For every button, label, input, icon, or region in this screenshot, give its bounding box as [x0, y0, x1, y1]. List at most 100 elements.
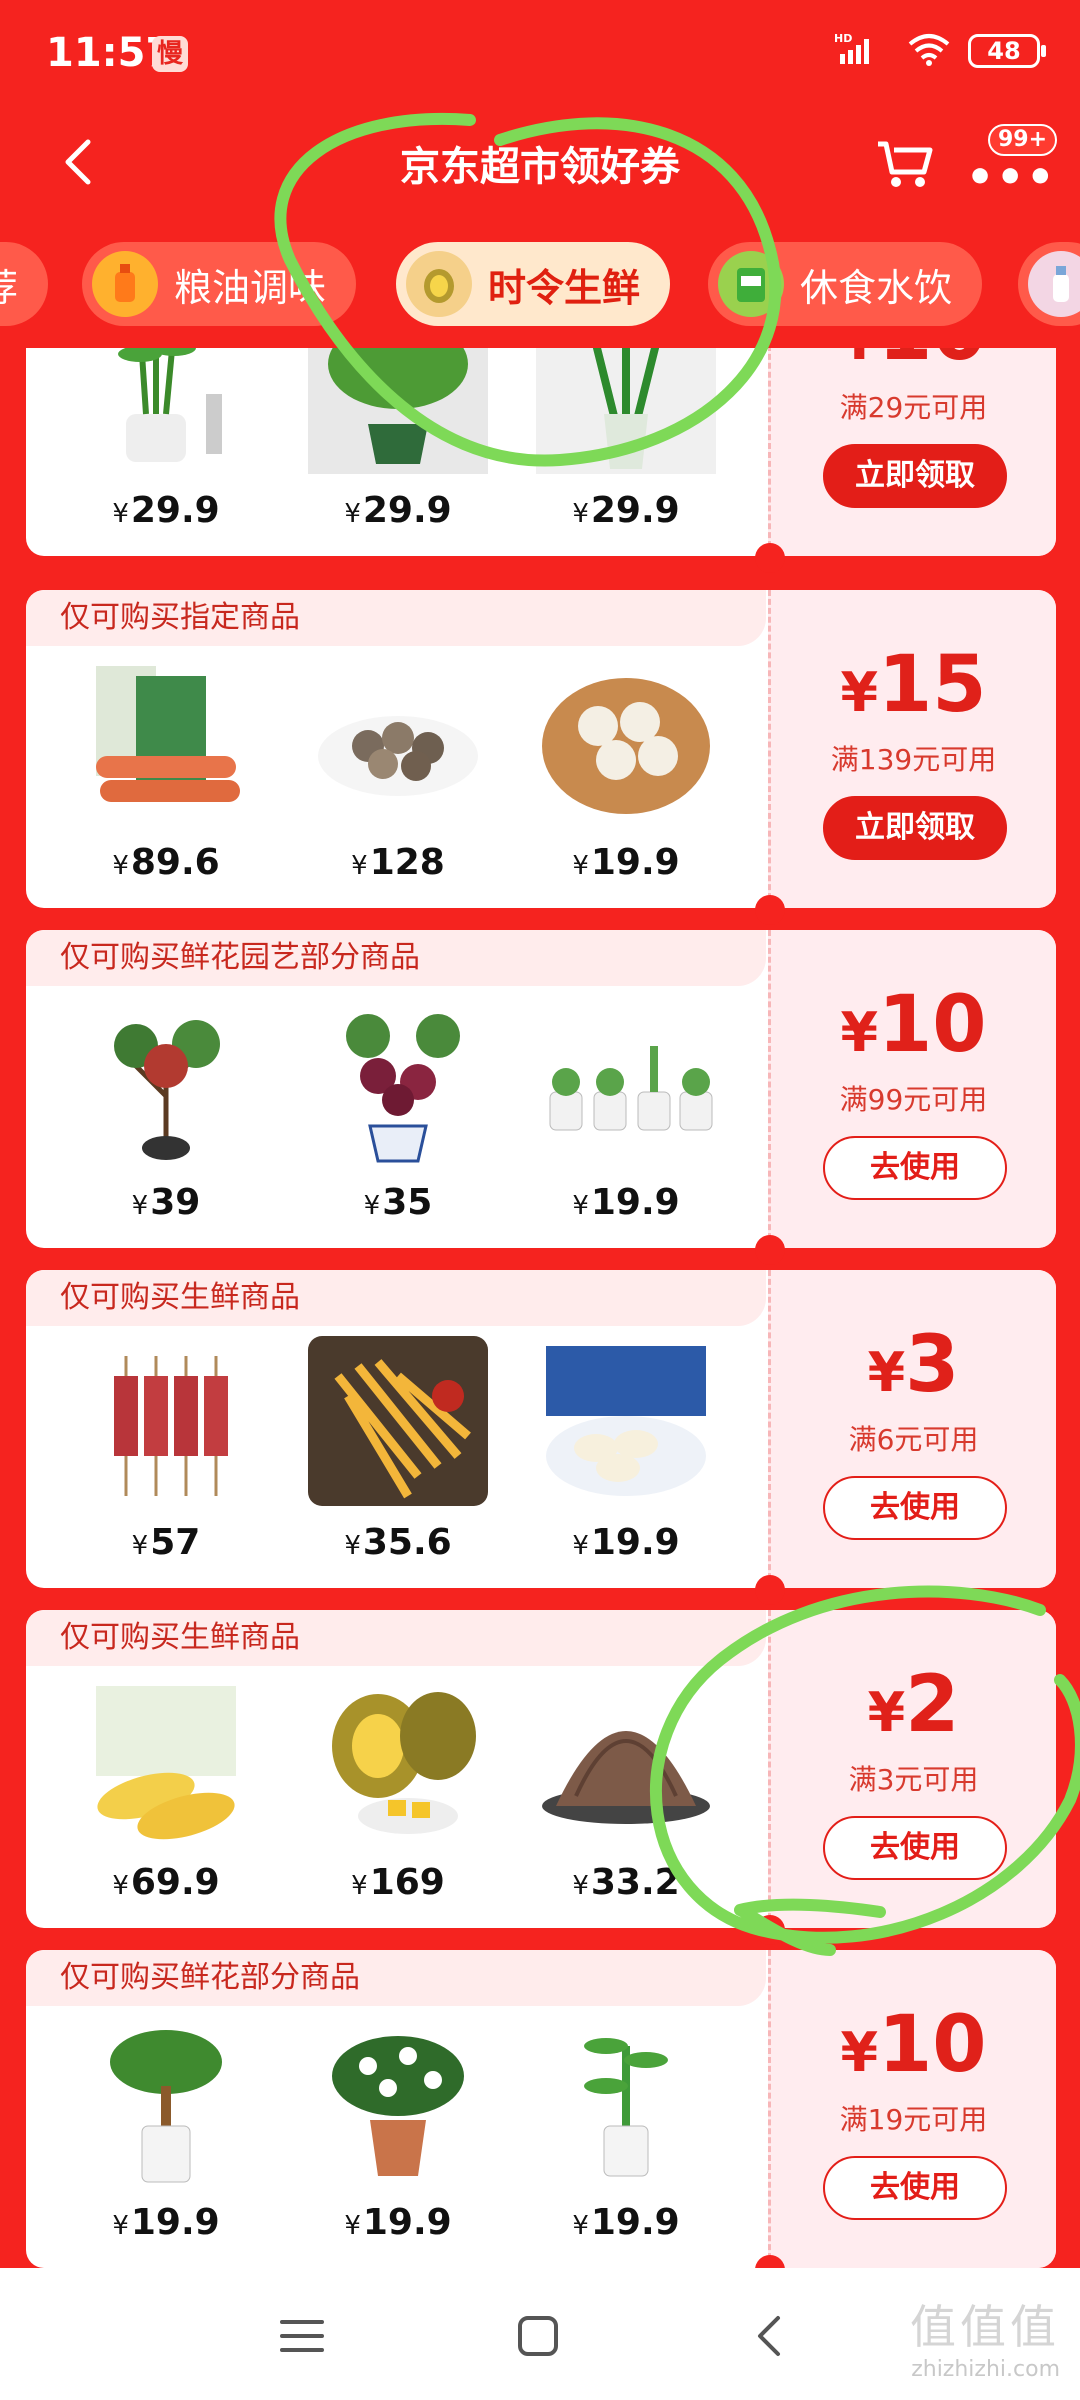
coupon-condition: 满19元可用 [839, 2103, 988, 2136]
product-item[interactable]: ¥29.9 [526, 348, 726, 544]
network-label: HD [834, 32, 852, 45]
coupon-condition: 满6元可用 [848, 1423, 979, 1456]
vase-plant-icon [536, 348, 716, 474]
coupon-card: ¥29.9 ¥29.9 ¥29.9 ¥10 满29 [26, 348, 1056, 556]
product-price: ¥69.9 [112, 1862, 220, 1903]
use-coupon-button[interactable]: 去使用 [823, 1136, 1007, 1200]
cart-button[interactable] [872, 130, 938, 196]
coupon-card: 仅可购买鲜花园艺部分商品 ¥39 ¥35 ¥19.9 ¥10 满99元可用 去使… [26, 930, 1056, 1248]
coupon-amount: ¥3 [867, 1320, 960, 1410]
product-price: ¥169 [351, 1862, 445, 1903]
watermark: 值值值 zhizhizhi.com [910, 2291, 1060, 2382]
coupon-value-panel: ¥2 满3元可用 去使用 [768, 1610, 1056, 1928]
durian-fruit-icon [332, 1692, 476, 1834]
coupon-amount: ¥10 [840, 2000, 987, 2090]
product-price: ¥19.9 [572, 1522, 680, 1563]
fish-balls-icon [542, 678, 710, 814]
card-notch [755, 1575, 785, 1605]
tab-seasonal-fresh[interactable]: 时令生鲜 [396, 242, 671, 326]
product-item[interactable]: ¥57 [66, 1336, 266, 1576]
notification-badge: 99+ [988, 124, 1058, 156]
menu-icon [280, 2320, 324, 2352]
coupon-scope-tag: 仅可购买鲜花部分商品 [26, 1950, 766, 2006]
coupon-amount: ¥2 [867, 1660, 960, 1750]
product-price: ¥29.9 [112, 490, 220, 531]
corn-box-icon [96, 1686, 236, 1840]
product-item[interactable]: ¥128 [298, 656, 498, 896]
watermark-logo: 值值值 [910, 2300, 1060, 2354]
coupon-value-panel: ¥3 满6元可用 去使用 [768, 1270, 1056, 1588]
category-tabs: 荐 粮油调味 时令生鲜 休食水饮 [0, 236, 1080, 336]
product-row: ¥19.9 ¥19.9 ¥19.9 [66, 2016, 766, 2256]
product-price: ¥19.9 [572, 842, 680, 883]
tab-label: 休食水饮 [800, 265, 953, 310]
product-item[interactable]: ¥19.9 [66, 2016, 266, 2256]
more-button[interactable]: ••• 99+ [966, 124, 1058, 200]
tab-mother-baby[interactable] [1018, 242, 1080, 326]
coupon-value-panel: ¥10 满99元可用 去使用 [768, 930, 1056, 1248]
coupon-condition: 满139元可用 [830, 743, 997, 776]
coupon-condition: 满99元可用 [839, 1083, 988, 1116]
header-bar: 京东超市领好券 ••• 99+ [0, 110, 1080, 220]
use-coupon-button[interactable]: 去使用 [823, 1816, 1007, 1880]
product-price: ¥89.6 [112, 842, 220, 883]
claim-coupon-button[interactable]: 立即领取 [823, 444, 1007, 508]
product-price: ¥35 [363, 1182, 433, 1223]
tab-label: 荐 [0, 257, 18, 312]
oil-bottle-icon [92, 251, 158, 317]
product-price: ¥35.6 [344, 1522, 452, 1563]
product-item[interactable]: ¥19.9 [526, 2016, 726, 2256]
snacks-plate-icon [318, 716, 478, 796]
wifi-icon [906, 32, 952, 70]
menu-nav-button[interactable] [272, 2306, 332, 2366]
coupon-card: 仅可购买鲜花部分商品 ¥19.9 ¥19.9 ¥19.9 ¥10 满19元可用 … [26, 1950, 1056, 2268]
product-item[interactable]: ¥33.2 [526, 1676, 726, 1916]
product-price: ¥57 [131, 1522, 201, 1563]
snack-icon [718, 251, 784, 317]
coupon-value-panel: ¥10 满19元可用 去使用 [768, 1950, 1056, 2268]
product-price: ¥29.9 [572, 490, 680, 531]
use-coupon-button[interactable]: 去使用 [823, 1476, 1007, 1540]
product-item[interactable]: ¥35 [298, 996, 498, 1236]
durian-icon [406, 251, 472, 317]
product-item[interactable]: ¥29.9 [66, 348, 266, 544]
product-price: ¥39 [131, 1182, 201, 1223]
product-price: ¥33.2 [572, 1862, 680, 1903]
tab-recommend[interactable]: 荐 [0, 242, 49, 326]
potted-bamboo-icon [118, 348, 222, 462]
claim-coupon-button[interactable]: 立即领取 [823, 796, 1007, 860]
status-icons: HD 48 [834, 32, 1046, 70]
product-item[interactable]: ¥29.9 [298, 348, 498, 544]
product-item[interactable]: ¥19.9 [298, 2016, 498, 2256]
product-row: ¥69.9 ¥169 ¥33.2 [66, 1676, 766, 1916]
product-row: ¥89.6 ¥128 ¥19.9 [66, 656, 766, 896]
use-coupon-button[interactable]: 去使用 [823, 2156, 1007, 2220]
sausage-icon [96, 666, 240, 802]
status-bar: 11:57 慢 HD 48 [0, 0, 1080, 110]
watermark-url: zhizhizhi.com [911, 2357, 1060, 2382]
cart-icon [878, 141, 933, 187]
product-item[interactable]: ¥89.6 [66, 656, 266, 896]
coupon-amount: ¥15 [840, 640, 987, 730]
coupon-scope-tag: 仅可购买生鲜商品 [26, 1270, 766, 1326]
product-item[interactable]: ¥19.9 [526, 656, 726, 896]
product-item[interactable]: ¥19.9 [526, 996, 726, 1236]
product-price: ¥19.9 [572, 1182, 680, 1223]
dumplings-icon [546, 1346, 706, 1496]
card-notch [755, 895, 785, 925]
home-nav-button[interactable] [508, 2306, 568, 2366]
tab-snacks-drinks[interactable]: 休食水饮 [708, 242, 983, 326]
baby-bottle-icon [1028, 251, 1080, 317]
jasmine-pot-icon [332, 2036, 464, 2176]
product-item[interactable]: ¥69.9 [66, 1676, 266, 1916]
product-item[interactable]: ¥39 [66, 996, 266, 1236]
system-nav-bar: 值值值 zhizhizhi.com [0, 2268, 1080, 2400]
product-item[interactable]: ¥169 [298, 1676, 498, 1916]
coupon-card: 仅可购买指定商品 ¥89.6 ¥128 ¥19.9 ¥15 满139元可用 立即… [26, 590, 1056, 908]
product-item[interactable]: ¥19.9 [526, 1336, 726, 1576]
product-row: ¥29.9 ¥29.9 ¥29.9 [66, 348, 766, 544]
tab-grain-oil[interactable]: 粮油调味 [82, 242, 357, 326]
product-item[interactable]: ¥35.6 [298, 1336, 498, 1576]
product-price: ¥128 [351, 842, 445, 883]
back-nav-button[interactable] [740, 2306, 800, 2366]
